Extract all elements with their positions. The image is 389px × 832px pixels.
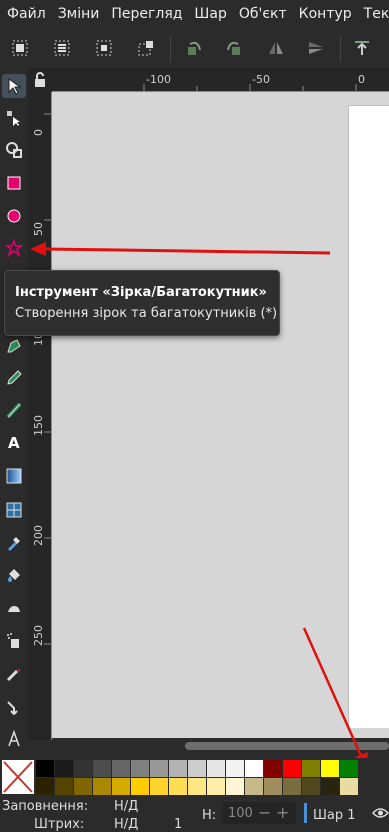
color-swatch[interactable] — [264, 760, 282, 777]
color-swatch[interactable] — [93, 760, 111, 777]
fill-value: Н/Д — [114, 799, 139, 814]
stroke-width: 1 — [174, 817, 183, 832]
color-swatch[interactable] — [226, 760, 244, 777]
color-swatch[interactable] — [283, 778, 301, 795]
color-swatch[interactable] — [264, 778, 282, 795]
arrow-to-yellow-swatch — [302, 627, 368, 771]
color-swatch[interactable] — [245, 778, 263, 795]
color-swatch[interactable] — [131, 760, 149, 777]
minus-icon[interactable]: − — [258, 803, 271, 822]
color-swatch[interactable] — [112, 778, 130, 795]
color-swatch[interactable] — [188, 760, 206, 777]
color-swatch[interactable] — [188, 778, 206, 795]
status-bar: Заповнення: Н/Д Штрих: Н/Д 1 Н: 100 − + … — [0, 796, 389, 832]
layer-color-indicator — [304, 803, 307, 823]
color-swatch[interactable] — [150, 778, 168, 795]
color-swatch[interactable] — [321, 760, 339, 777]
eye-icon[interactable] — [372, 806, 389, 824]
arrow-to-star-tool — [30, 242, 331, 256]
stroke-value: Н/Д — [114, 817, 139, 832]
current-layer[interactable]: Шар 1 — [313, 808, 356, 823]
color-swatch[interactable] — [340, 778, 358, 795]
color-swatch[interactable] — [150, 760, 168, 777]
color-swatch[interactable] — [302, 760, 320, 777]
color-swatch[interactable] — [36, 778, 54, 795]
color-swatch[interactable] — [245, 760, 263, 777]
color-swatch[interactable] — [207, 760, 225, 777]
fill-label: Заповнення: — [2, 799, 89, 814]
color-swatch[interactable] — [131, 778, 149, 795]
color-swatch[interactable] — [74, 778, 92, 795]
h-label: Н: — [202, 808, 217, 823]
color-swatch[interactable] — [55, 778, 73, 795]
color-swatch[interactable] — [321, 778, 339, 795]
h-value: 100 — [228, 806, 253, 821]
color-swatch[interactable] — [302, 778, 320, 795]
color-swatch[interactable] — [283, 760, 301, 777]
color-swatch[interactable] — [169, 760, 187, 777]
color-swatch[interactable] — [74, 760, 92, 777]
color-swatch[interactable] — [169, 778, 187, 795]
plus-icon[interactable]: + — [276, 803, 289, 822]
color-swatch[interactable] — [36, 760, 54, 777]
color-swatch[interactable] — [226, 778, 244, 795]
color-swatch[interactable] — [112, 760, 130, 777]
annotation-arrows — [30, 242, 368, 771]
no-color-swatch[interactable] — [2, 760, 34, 794]
h-spinbox[interactable]: 100 − + — [222, 802, 296, 824]
color-swatch[interactable] — [55, 760, 73, 777]
color-swatch[interactable] — [93, 778, 111, 795]
stroke-label: Штрих: — [34, 817, 85, 832]
color-swatch[interactable] — [340, 760, 358, 777]
color-swatch[interactable] — [207, 778, 225, 795]
color-palette — [0, 758, 389, 796]
